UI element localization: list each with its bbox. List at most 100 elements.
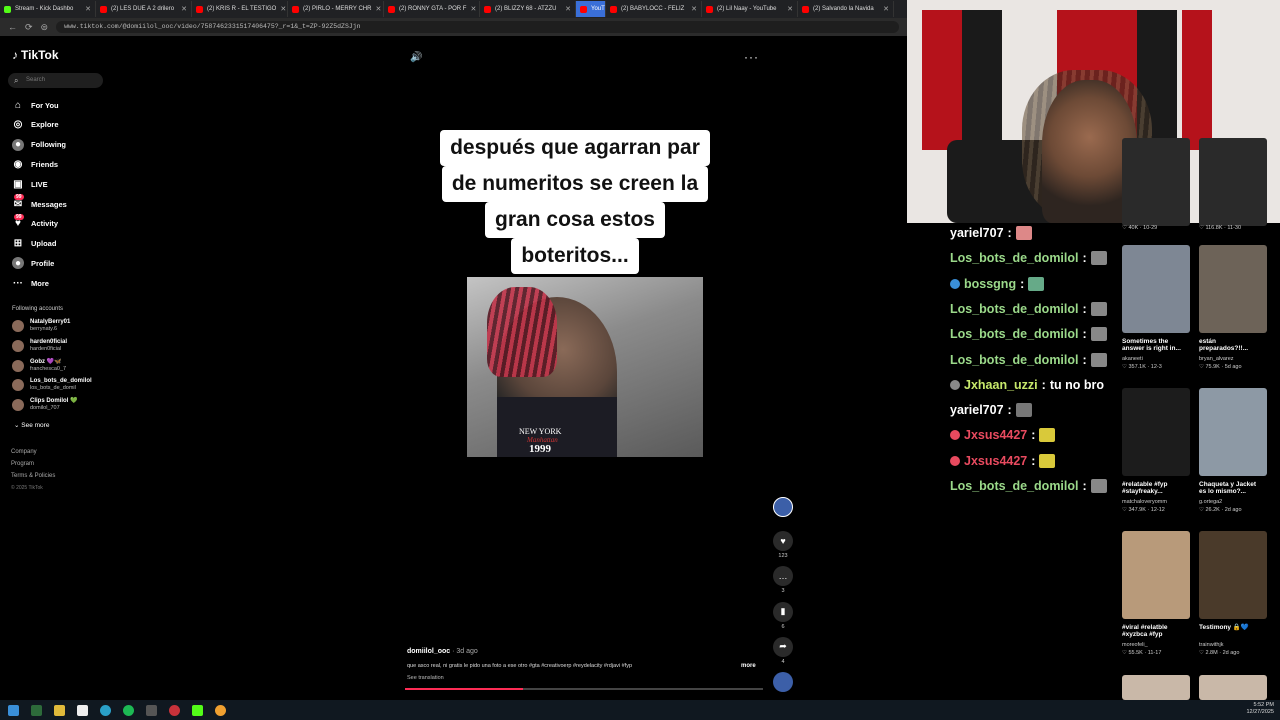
more-link[interactable]: more — [741, 663, 756, 669]
creator-avatar[interactable] — [773, 497, 793, 517]
rec-thumbnail[interactable] — [1122, 531, 1190, 619]
site-info-icon[interactable]: ⊜ — [41, 22, 49, 33]
tiktok-logo[interactable]: ♪ TikTok — [12, 48, 59, 62]
system-clock[interactable]: 5:52 PM 12/27/2025 — [1246, 702, 1274, 716]
close-icon[interactable]: ✕ — [565, 5, 571, 13]
browser-tab[interactable]: YouTube✕ — [576, 1, 606, 17]
obs-icon[interactable] — [169, 704, 180, 716]
browser-tab[interactable]: (2) RONNY GTA - POR F ✕ — [384, 1, 480, 17]
sidebar-item-for-you[interactable]: ⌂ For You — [12, 99, 59, 111]
rec-user[interactable]: trainwithjk — [1199, 642, 1223, 648]
bookmark-action[interactable]: ▮ 6 — [773, 601, 793, 630]
chat-username[interactable]: Los_bots_de_domilol — [950, 353, 1079, 367]
following-account[interactable]: Los_bots_de_domilol los_bots_de_domil — [12, 378, 92, 392]
following-account[interactable]: Clips Domilol 💚 domilol_707 — [12, 398, 77, 412]
close-icon[interactable]: ✕ — [280, 5, 286, 13]
close-icon[interactable]: ✕ — [375, 5, 381, 13]
search-input[interactable]: ⌕ Search — [8, 73, 103, 88]
kick-icon[interactable] — [192, 704, 203, 716]
rec-thumbnail[interactable] — [1122, 245, 1190, 333]
close-icon[interactable]: ✕ — [181, 5, 187, 13]
browser-tab[interactable]: (2) KRIS R - EL TESTIGO ✕ — [192, 1, 288, 17]
browser-tab[interactable]: (2) LES DUE A 2 drilero ✕ — [96, 1, 192, 17]
video-progress-bar[interactable] — [405, 688, 763, 690]
see-translation-link[interactable]: See translation — [407, 675, 444, 681]
close-icon[interactable]: ✕ — [85, 5, 91, 13]
sidebar-item-live[interactable]: ▣ LIVE — [12, 178, 47, 190]
close-icon[interactable]: ✕ — [470, 5, 476, 13]
video-frame[interactable]: NEW YORK Manhattan 1999 — [467, 277, 703, 457]
browser-icon[interactable] — [100, 704, 111, 716]
rec-thumbnail[interactable] — [1122, 138, 1190, 226]
rec-thumbnail[interactable] — [1199, 675, 1267, 700]
chat-username[interactable]: bossgng — [964, 277, 1016, 291]
following-account[interactable]: harden0ficial harden0ficial — [12, 339, 67, 353]
browser-tab[interactable]: (2) Salvando la Navida ✕ — [798, 1, 894, 17]
close-icon[interactable]: ✕ — [787, 5, 793, 13]
document-icon[interactable] — [77, 704, 88, 716]
rec-title[interactable]: Chaqueta y Jacket es lo mismo?... — [1199, 481, 1261, 495]
app-icon[interactable] — [31, 704, 42, 716]
browser-tab[interactable]: (2) BABYLOCC - FELIZ ✕ — [606, 1, 702, 17]
video-author[interactable]: domiilol_ooc · 3d ago — [407, 648, 478, 655]
browser-tab[interactable]: (2) BLIZZY 68 - ATZZU ✕ — [480, 1, 576, 17]
chat-username[interactable]: Jxsus4427 — [964, 428, 1027, 442]
music-disc[interactable] — [773, 672, 793, 692]
url-field[interactable]: www.tiktok.com/@domiilol_ooc/video/75874… — [56, 21, 899, 33]
comment-action[interactable]: … 3 — [773, 566, 793, 594]
chat-username[interactable]: yariel707 — [950, 403, 1004, 417]
back-icon[interactable]: ← — [8, 22, 17, 32]
share-action[interactable]: ➦ 4 — [773, 636, 793, 665]
rec-user[interactable]: bryan_alvarez — [1199, 356, 1234, 362]
sidebar-item-upload[interactable]: ⊞ Upload — [12, 238, 57, 250]
sidebar-item-following[interactable]: ● Following — [12, 138, 66, 151]
close-icon[interactable]: ✕ — [691, 5, 697, 13]
rec-user[interactable]: matchaloveryomm — [1122, 499, 1167, 505]
sidebar-item-explore[interactable]: ◎ Explore — [12, 119, 59, 131]
rec-user[interactable]: akaneeti — [1122, 356, 1143, 362]
rec-thumbnail[interactable] — [1122, 388, 1190, 476]
spotify-icon[interactable] — [123, 704, 134, 716]
rec-user[interactable]: g.ortega2 — [1199, 499, 1222, 505]
pen-icon[interactable] — [146, 704, 157, 716]
chat-username[interactable]: Los_bots_de_domilol — [950, 302, 1079, 316]
chat-username[interactable]: Los_bots_de_domilol — [950, 251, 1079, 265]
start-icon[interactable] — [8, 704, 19, 716]
sidebar-item-activity[interactable]: ♥ 99 Activity — [12, 213, 58, 230]
following-account[interactable]: NatalyBerry01 berrynaty.6 — [12, 319, 70, 333]
heart-action[interactable]: ♥ 123 — [773, 531, 793, 559]
footer-terms[interactable]: Terms & Policies — [11, 473, 55, 479]
rec-thumbnail[interactable] — [1199, 388, 1267, 476]
sidebar-item-profile[interactable]: ● Profile — [12, 257, 54, 270]
sidebar-item-friends[interactable]: ◉ Friends — [12, 158, 58, 170]
folder-icon[interactable] — [54, 704, 65, 716]
rec-title[interactable]: #relatable #fyp #stayfreaky... — [1122, 481, 1184, 495]
footer-program[interactable]: Program — [11, 461, 34, 467]
rec-thumbnail[interactable] — [1199, 245, 1267, 333]
following-account[interactable]: Gobz 💜🦋 franchesca0_7 — [12, 359, 66, 373]
chat-username[interactable]: Jxsus4427 — [964, 454, 1027, 468]
sidebar-item-messages[interactable]: ✉ 99 Messages — [12, 194, 67, 210]
rec-title[interactable]: Sometimes the answer is right in... — [1122, 338, 1184, 352]
rec-thumbnail[interactable] — [1199, 138, 1267, 226]
close-icon[interactable]: ✕ — [883, 5, 889, 13]
chat-username[interactable]: yariel707 — [950, 226, 1004, 240]
rec-title[interactable]: Testimony 🔒💙 — [1199, 624, 1261, 631]
browser-tab[interactable]: Stream - Kick Dashbo ✕ — [0, 1, 96, 17]
rec-title[interactable]: #viral #relatble #xyzbca #fyp — [1122, 624, 1184, 638]
rec-thumbnail[interactable] — [1122, 675, 1190, 700]
footer-company[interactable]: Company — [11, 449, 37, 455]
rec-thumbnail[interactable] — [1199, 531, 1267, 619]
browser-tab[interactable]: (2) PIRLO - MERRY CHR ✕ — [288, 1, 384, 17]
sidebar-item-more[interactable]: ··· More — [12, 277, 49, 289]
chat-username[interactable]: Los_bots_de_domilol — [950, 327, 1079, 341]
rec-title[interactable]: están preparados?!!... — [1199, 338, 1261, 352]
browser-tab[interactable]: (2) Lil Naay - YouTube ✕ — [702, 1, 798, 17]
see-more-link[interactable]: ⌄ See more — [14, 421, 49, 429]
more-options-icon[interactable]: ··· — [744, 50, 759, 64]
chat-username[interactable]: Jxhaan_uzzi — [964, 378, 1038, 392]
reload-icon[interactable]: ⟳ — [25, 22, 33, 33]
chrome-icon[interactable] — [215, 704, 226, 716]
volume-icon[interactable]: 🔊 — [410, 52, 422, 63]
rec-user[interactable]: moreofeli_ — [1122, 642, 1148, 648]
